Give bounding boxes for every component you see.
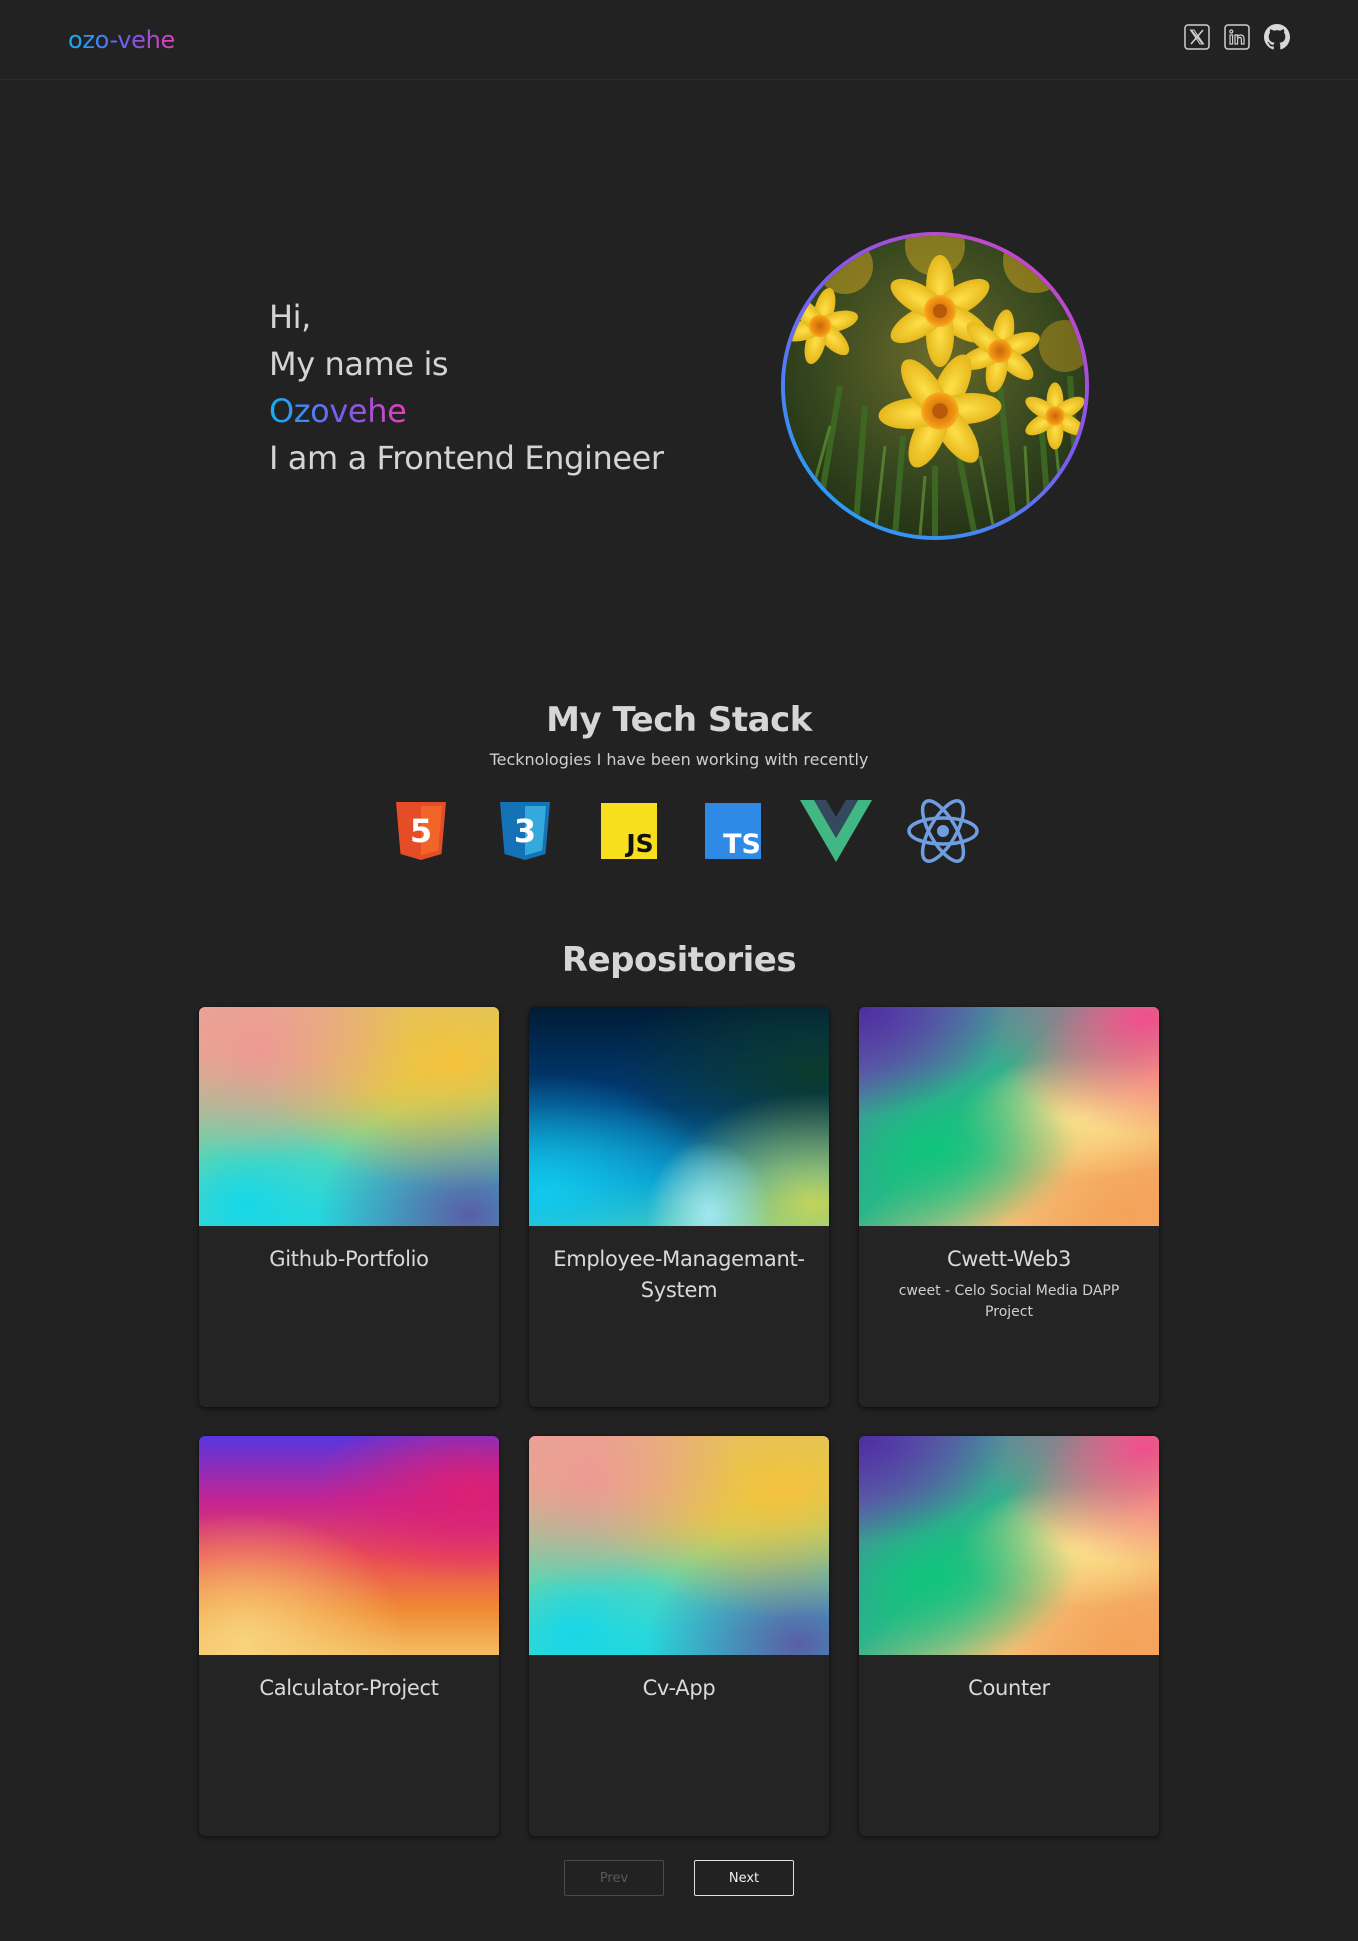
repo-card-name: Calculator-Project xyxy=(259,1676,439,1700)
repo-card-image xyxy=(199,1007,499,1226)
repo-card-calculator-project[interactable]: Calculator-Project xyxy=(199,1436,499,1836)
hero-intro: Hi, My name is Ozovehe I am a Frontend E… xyxy=(269,294,729,482)
github-link[interactable] xyxy=(1264,24,1290,50)
javascript-icon: JS xyxy=(601,803,657,859)
profile-avatar xyxy=(785,236,1085,536)
hero-name-intro: My name is xyxy=(269,345,449,383)
repo-card-github-portfolio[interactable]: Github-Portfolio xyxy=(199,1007,499,1407)
repo-card-name: Employee-Managemant-System xyxy=(553,1247,805,1302)
tech-item-javascript: JS xyxy=(596,798,662,864)
tech-stack-list: 5 3 JS TS xyxy=(388,798,988,864)
repo-card-description: cweet - Celo Social Media DAPP Project xyxy=(898,1283,1120,1320)
daffodils-photo xyxy=(785,236,1085,536)
repo-card-cv-app[interactable]: Cv-App xyxy=(529,1436,829,1836)
tech-item-typescript: TS xyxy=(700,798,766,864)
repositories-title: Repositories xyxy=(561,940,797,980)
svg-text:5: 5 xyxy=(410,812,432,850)
repo-card-cwett-web3[interactable]: Cwett-Web3 cweet - Celo Social Media DAP… xyxy=(859,1007,1159,1407)
next-page-button[interactable]: Next xyxy=(694,1860,794,1896)
html5-icon: 5 xyxy=(396,802,446,860)
repo-card-name: Github-Portfolio xyxy=(269,1247,429,1271)
repo-card-name: Counter xyxy=(968,1676,1050,1700)
prev-page-button[interactable]: Prev xyxy=(564,1860,664,1896)
hero-greeting: Hi, xyxy=(269,298,311,336)
repo-card-name: Cv-App xyxy=(642,1676,716,1700)
linkedin-icon xyxy=(1224,24,1250,50)
repo-card-image xyxy=(529,1007,829,1226)
github-icon xyxy=(1264,24,1290,50)
tech-stack-subtitle: Tecknologies I have been working with re… xyxy=(489,750,869,769)
brand-logo[interactable]: ozo-vehe xyxy=(68,26,175,54)
typescript-icon: TS xyxy=(705,803,761,860)
tech-item-css3: 3 xyxy=(492,798,558,864)
svg-text:TS: TS xyxy=(723,829,761,860)
profile-avatar-ring xyxy=(781,232,1089,540)
linkedin-link[interactable] xyxy=(1224,24,1250,50)
tech-item-react xyxy=(904,798,982,864)
hero-name: Ozovehe xyxy=(269,388,407,435)
tech-item-vue xyxy=(798,798,874,864)
css3-icon: 3 xyxy=(500,802,550,860)
react-icon xyxy=(907,799,979,863)
social-links xyxy=(1184,24,1290,50)
tech-stack-title: My Tech Stack xyxy=(546,700,812,740)
site-header: ozo-vehe xyxy=(0,0,1358,80)
repo-card-image xyxy=(529,1436,829,1655)
x-icon xyxy=(1184,24,1210,50)
repo-card-image xyxy=(199,1436,499,1655)
svg-text:3: 3 xyxy=(514,812,536,850)
repo-card-image xyxy=(859,1436,1159,1655)
tech-item-html5: 5 xyxy=(388,798,454,864)
svg-text:JS: JS xyxy=(624,829,653,858)
repo-card-counter[interactable]: Counter xyxy=(859,1436,1159,1836)
repo-card-employee-management-system[interactable]: Employee-Managemant-System xyxy=(529,1007,829,1407)
repo-card-name: Cwett-Web3 xyxy=(946,1247,1072,1271)
x-twitter-link[interactable] xyxy=(1184,24,1210,50)
hero-role: I am a Frontend Engineer xyxy=(269,439,664,477)
vue-icon xyxy=(800,800,872,862)
repo-card-image xyxy=(859,1007,1159,1226)
